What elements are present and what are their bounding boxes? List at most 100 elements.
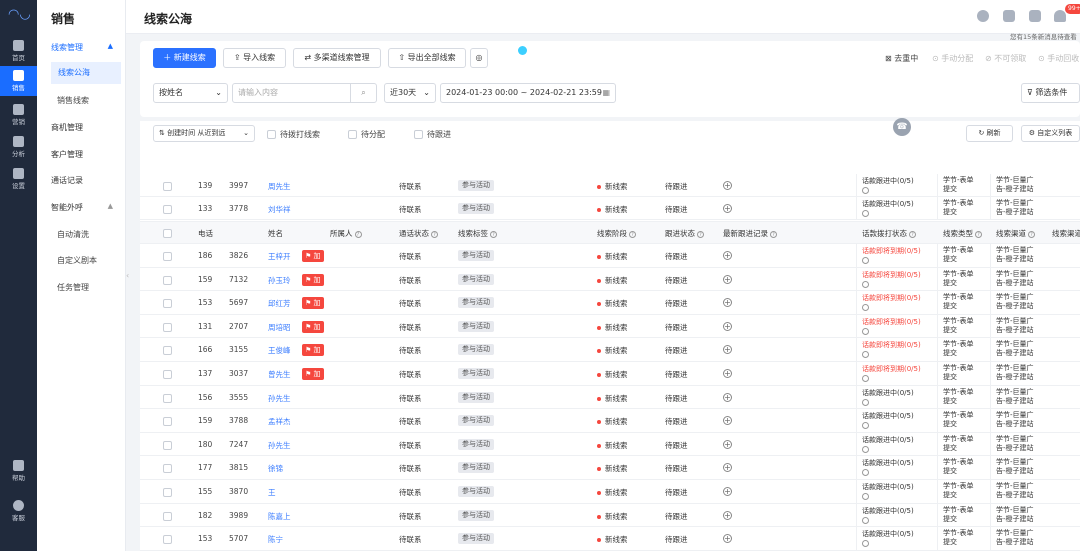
sidebar-group-smart-call[interactable]: 智能外呼 ▲ — [51, 202, 121, 213]
add-follow-record[interactable]: + — [723, 181, 732, 190]
add-follow-record[interactable]: + — [723, 369, 732, 378]
row-checkbox[interactable] — [163, 322, 172, 332]
rail-item-support[interactable]: 客服 — [0, 496, 37, 526]
table-row[interactable]: 133 3778 刘华祥 待联系 参与活动 新线索 待跟进 + 话款跟进中(0/5) 学节-表单提… — [140, 197, 1080, 220]
table-row[interactable]: 153 5697 邱红芳 ⚑ 加 待联系 参与活动 新线索 待跟进 + 话款即将到期(0/5) 学节… — [140, 291, 1080, 315]
add-flag-badge[interactable]: ⚑ 加 — [302, 344, 324, 357]
row-checkbox[interactable] — [163, 535, 172, 545]
filter-pending-follow[interactable]: 待跟进 — [414, 129, 451, 140]
export-button[interactable]: ⇧ 导出全部线索 — [388, 48, 466, 68]
add-follow-record[interactable]: + — [723, 298, 732, 308]
column-header[interactable]: 线索标签? — [458, 228, 497, 239]
add-follow-record[interactable]: + — [723, 534, 732, 544]
sidebar-item-tasks[interactable]: 任务管理 — [57, 282, 89, 293]
download-icon[interactable] — [1029, 10, 1041, 22]
column-header[interactable]: 电话 — [198, 228, 213, 239]
name-link[interactable]: 王 — [268, 487, 276, 498]
rail-item-marketing[interactable]: 营销 — [0, 100, 37, 130]
filter-unassigned[interactable]: 待分配 — [348, 129, 385, 140]
row-checkbox[interactable] — [163, 440, 172, 450]
name-link[interactable]: 孙先生 — [268, 440, 291, 451]
table-row[interactable]: 177 3815 徐锦 待联系 参与活动 新线索 待跟进 + 话款跟进中(0/5) 学节-表单 提交… — [140, 456, 1080, 480]
sidebar-item-call-records[interactable]: 通话记录 — [51, 175, 83, 186]
refresh-button[interactable]: ↻ 刷新 — [966, 125, 1013, 142]
column-header[interactable]: 最新跟进记录? — [723, 228, 777, 239]
task-icon[interactable] — [1003, 10, 1015, 22]
row-checkbox[interactable] — [163, 488, 172, 497]
add-follow-record[interactable]: + — [723, 251, 732, 260]
name-link[interactable]: 陈宁 — [268, 534, 283, 545]
name-link[interactable]: 陈嘉上 — [268, 511, 291, 522]
no-claim-button[interactable]: ⊘ 不可领取 — [985, 53, 1026, 64]
row-checkbox[interactable] — [163, 370, 172, 379]
row-checkbox[interactable] — [163, 346, 172, 356]
row-checkbox[interactable] — [163, 417, 172, 427]
sidebar-item-opportunities[interactable]: 商机管理 — [51, 122, 83, 133]
rail-item-help[interactable]: 帮助 — [0, 456, 37, 486]
row-checkbox[interactable] — [163, 275, 172, 285]
column-header[interactable]: 线索渠道 — [1052, 228, 1080, 239]
name-link[interactable]: 孙玉玲 — [268, 275, 291, 286]
dedupe-button[interactable]: ⊠ 去重中 — [885, 53, 918, 64]
table-row[interactable]: 131 2707 周培昭 ⚑ 加 待联系 参与活动 新线索 待跟进 + 话款即将到期(0/5) 学节… — [140, 314, 1080, 339]
search-icon[interactable]: ⌕ — [350, 84, 376, 102]
name-link[interactable]: 周先生 — [268, 181, 291, 192]
add-flag-badge[interactable]: ⚑ 加 — [302, 273, 324, 286]
import-button[interactable]: ⇪ 导入线索 — [223, 48, 286, 68]
name-link[interactable]: 孙先生 — [268, 393, 291, 404]
select-all-checkbox[interactable] — [163, 229, 172, 238]
row-checkbox[interactable] — [163, 464, 172, 474]
sidebar-item-customers[interactable]: 客户管理 — [51, 149, 83, 160]
table-row[interactable]: 159 3788 孟祥杰 待联系 参与活动 新线索 待跟进 + 话款跟进中(0/5) 学节-表单提… — [140, 409, 1080, 433]
column-header[interactable]: 线索渠道? — [996, 228, 1035, 239]
row-checkbox[interactable] — [163, 182, 172, 191]
add-flag-badge[interactable]: ⚑ 加 — [302, 320, 324, 333]
table-row[interactable]: 137 3037 曾先生 ⚑ 加 待联系 参与活动 新线索 待跟进 + 话款即将到期(0/5) 学节… — [140, 362, 1080, 386]
checkbox[interactable] — [414, 130, 423, 139]
table-row[interactable]: 153 5707 陈宁 待联系 参与活动 新线索 待跟进 + 话款跟进中(0/5) 学节-表单 提交… — [140, 527, 1080, 551]
add-flag-badge[interactable]: ⚑ 加 — [302, 297, 324, 310]
manual-return-button[interactable]: ⊙ 手动回收 — [1038, 53, 1079, 64]
name-link[interactable]: 刘华祥 — [268, 204, 291, 215]
name-link[interactable]: 邱红芳 — [268, 298, 291, 309]
column-header[interactable]: 线索阶段? — [597, 228, 636, 239]
add-follow-record[interactable]: + — [723, 439, 732, 449]
add-follow-record[interactable]: + — [723, 345, 732, 355]
phone-call-icon[interactable]: ☎ — [893, 118, 911, 136]
add-follow-record[interactable]: + — [723, 321, 732, 331]
column-header[interactable]: 所属人? — [330, 228, 362, 239]
row-checkbox[interactable] — [163, 511, 172, 521]
checkbox[interactable] — [267, 130, 276, 139]
rail-item-settings[interactable]: 设置 — [0, 164, 37, 194]
sidebar-item-lead-pool[interactable]: 线索公海 — [51, 62, 121, 84]
more-button[interactable]: ◎ — [470, 48, 488, 68]
table-row[interactable]: 159 7132 孙玉玲 ⚑ 加 待联系 参与活动 新线索 待跟进 + 话款即将到期(0/5) 学节… — [140, 267, 1080, 292]
table-row[interactable]: 180 7247 孙先生 待联系 参与活动 新线索 待跟进 + 话款跟进中(0/5) 学节-表单提… — [140, 432, 1080, 457]
column-header[interactable]: 话款拨打状态? — [862, 228, 916, 239]
column-header[interactable]: 跟进状态? — [665, 228, 704, 239]
add-follow-record[interactable]: + — [723, 463, 732, 473]
sidebar-item-auto-clean[interactable]: 自动清洗 — [57, 229, 89, 240]
sidebar-collapse-handle[interactable]: ‹ — [126, 271, 133, 287]
sidebar-item-custom-script[interactable]: 自定义剧本 — [57, 255, 97, 266]
name-link[interactable]: 周培昭 — [268, 322, 291, 333]
multi-channel-button[interactable]: ⇄ 多渠道线索管理 — [293, 48, 381, 68]
search-input[interactable]: 请输入内容 ⌕ — [232, 83, 377, 103]
add-follow-record[interactable]: + — [723, 204, 732, 213]
table-row[interactable]: 139 3997 周先生 待联系 参与活动 新线索 待跟进 + 话款跟进中(0/5) 学节-表单提… — [140, 174, 1080, 197]
name-link[interactable]: 徐锦 — [268, 463, 283, 474]
table-row[interactable]: 186 3826 王梓开 ⚑ 加 待联系 参与活动 新线索 待跟进 + 话款即将到期(0/5) 学节… — [140, 244, 1080, 268]
date-range-picker[interactable]: 2024-01-23 00:00 ~ 2024-02-21 23:59 ▦ — [440, 83, 616, 103]
row-checkbox[interactable] — [163, 205, 172, 214]
name-link[interactable]: 王梓开 — [268, 251, 291, 262]
filter-pending-call[interactable]: 待拨打线索 — [267, 129, 320, 140]
column-header[interactable]: 通话状态? — [399, 228, 438, 239]
row-checkbox[interactable] — [163, 393, 172, 403]
row-checkbox[interactable] — [163, 299, 172, 309]
table-row[interactable]: 156 3555 孙先生 待联系 参与活动 新线索 待跟进 + 话款跟进中(0/5) 学节-表单提… — [140, 385, 1080, 410]
filter-button[interactable]: ⊽ 筛选条件 — [1021, 83, 1080, 103]
add-flag-badge[interactable]: ⚑ 加 — [302, 250, 324, 262]
table-row[interactable]: 166 3155 王俊峰 ⚑ 加 待联系 参与活动 新线索 待跟进 + 话款即将到期(0/5) 学节… — [140, 338, 1080, 362]
sort-select[interactable]: ⇅ 创建时间 从近到远 ⌄ — [153, 125, 255, 142]
sidebar-group-leads[interactable]: 线索管理 ▲ — [51, 42, 121, 53]
